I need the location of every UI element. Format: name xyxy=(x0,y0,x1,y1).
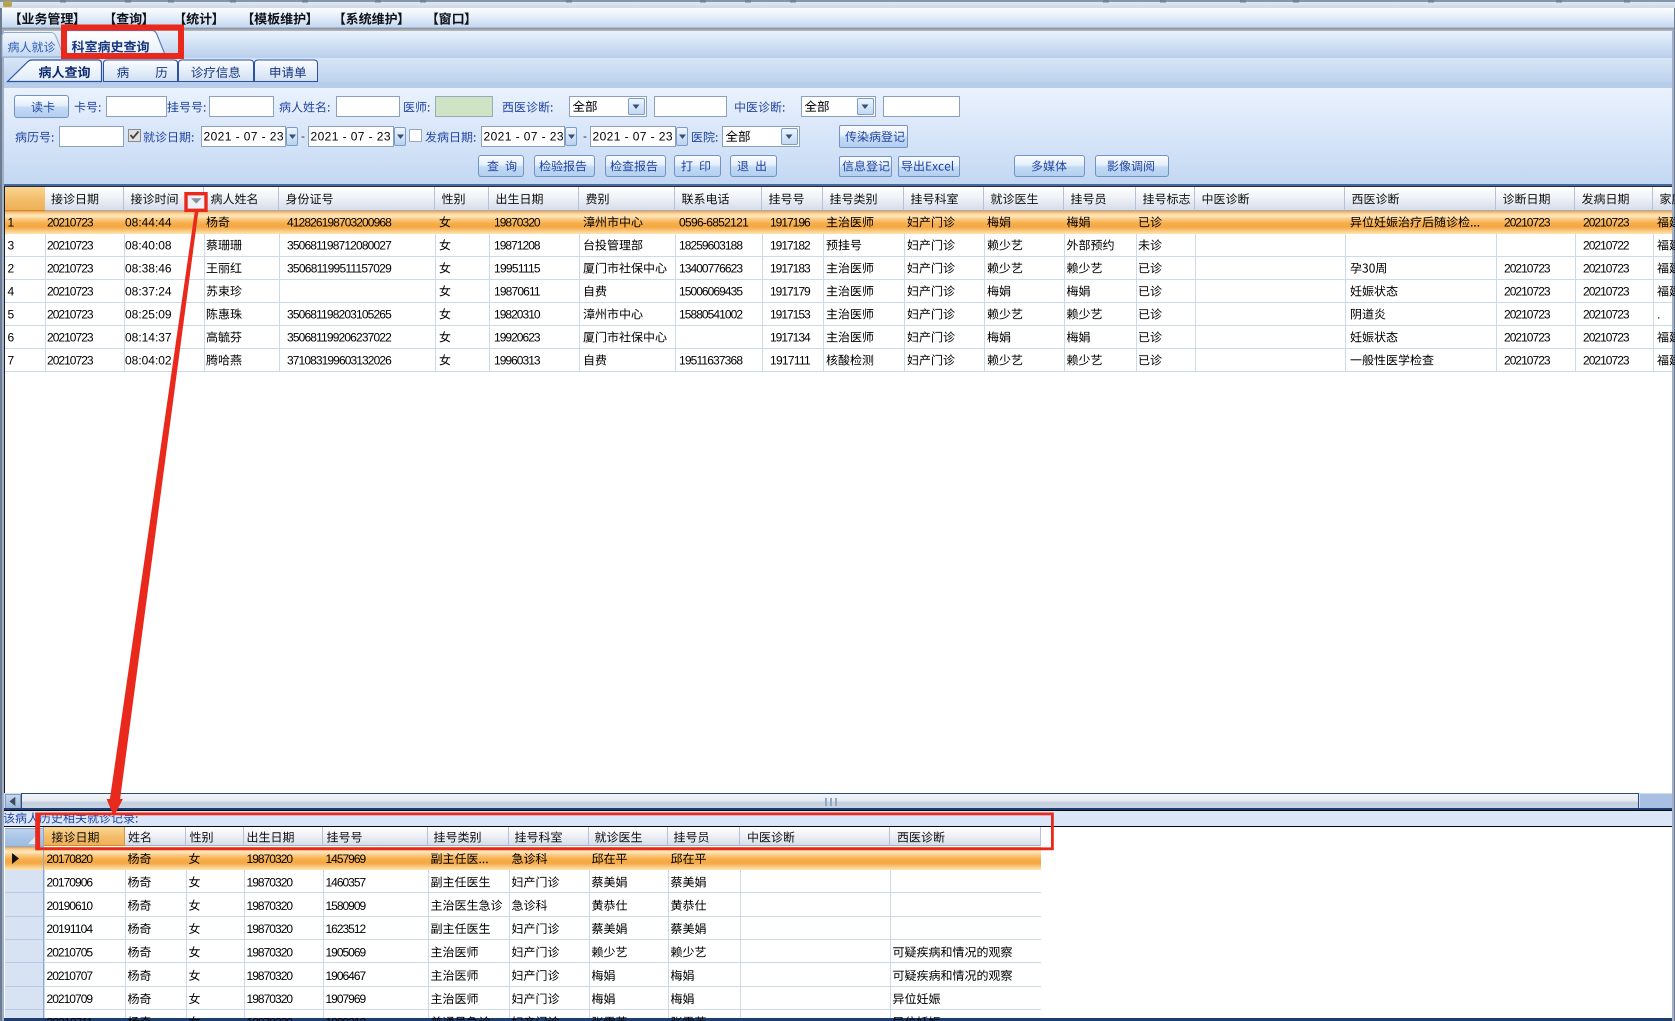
svg-text:.: . xyxy=(1657,308,1660,322)
svg-text:20210723: 20210723 xyxy=(1583,331,1630,345)
svg-text:08:38:46: 08:38:46 xyxy=(125,262,172,276)
svg-text:19870320: 19870320 xyxy=(247,1016,294,1021)
svg-text:19870320: 19870320 xyxy=(247,852,294,866)
svg-text:1907969: 1907969 xyxy=(326,992,367,1006)
svg-text:20210709: 20210709 xyxy=(47,992,94,1006)
svg-text:350681198203105265: 350681198203105265 xyxy=(287,308,392,322)
svg-text:20210723: 20210723 xyxy=(1504,354,1551,368)
svg-text:350681198712080027: 350681198712080027 xyxy=(287,239,392,253)
svg-text:08:25:09: 08:25:09 xyxy=(125,308,172,322)
svg-text:1917134: 1917134 xyxy=(770,331,811,345)
svg-text:1917182: 1917182 xyxy=(770,239,811,253)
svg-text:350681199206237022: 350681199206237022 xyxy=(287,331,392,345)
svg-text:15006069435: 15006069435 xyxy=(679,285,743,299)
svg-text:19870320: 19870320 xyxy=(247,899,294,913)
svg-text:19951115: 19951115 xyxy=(494,262,541,276)
svg-text:20210705: 20210705 xyxy=(47,946,94,960)
svg-text:20210723: 20210723 xyxy=(1504,285,1551,299)
svg-text:1917153: 1917153 xyxy=(770,308,811,322)
svg-text:1460357: 1460357 xyxy=(326,875,367,889)
svg-text:0596-6852121: 0596-6852121 xyxy=(679,216,749,230)
svg-text:1917183: 1917183 xyxy=(770,262,811,276)
svg-text:08:40:08: 08:40:08 xyxy=(125,239,172,253)
svg-text:5: 5 xyxy=(8,308,15,322)
svg-text:1: 1 xyxy=(8,216,15,230)
svg-text:08:44:44: 08:44:44 xyxy=(125,216,172,230)
svg-text:20210723: 20210723 xyxy=(47,308,94,322)
svg-text:18259603188: 18259603188 xyxy=(679,239,743,253)
svg-text:20210723: 20210723 xyxy=(1583,354,1630,368)
svg-text:1909212: 1909212 xyxy=(326,1016,367,1021)
svg-text:1917196: 1917196 xyxy=(770,216,811,230)
svg-text:20210723: 20210723 xyxy=(47,239,94,253)
svg-text:19870320: 19870320 xyxy=(247,922,294,936)
svg-text:4: 4 xyxy=(8,285,15,299)
svg-text:20190610: 20190610 xyxy=(47,899,94,913)
svg-text:1917179: 1917179 xyxy=(770,285,811,299)
svg-text:08:04:02: 08:04:02 xyxy=(125,354,172,368)
svg-text:2021 - 07 - 23: 2021 - 07 - 23 xyxy=(311,130,391,144)
svg-text:19511637368: 19511637368 xyxy=(679,354,743,368)
svg-text:1580909: 1580909 xyxy=(326,899,367,913)
svg-text:371083199603132026: 371083199603132026 xyxy=(287,354,392,368)
svg-text:13400776623: 13400776623 xyxy=(679,262,743,276)
svg-text:20210723: 20210723 xyxy=(1583,285,1630,299)
svg-text:19920623: 19920623 xyxy=(494,331,541,345)
svg-text:1457969: 1457969 xyxy=(326,852,367,866)
svg-text:19871208: 19871208 xyxy=(494,239,541,253)
svg-text:19870320: 19870320 xyxy=(247,946,294,960)
svg-text:15880541002: 15880541002 xyxy=(679,308,743,322)
svg-text:19870320: 19870320 xyxy=(247,992,294,1006)
svg-text:6: 6 xyxy=(8,331,15,345)
svg-text:1906467: 1906467 xyxy=(326,969,367,983)
svg-text:19870320: 19870320 xyxy=(247,969,294,983)
svg-text:20210723: 20210723 xyxy=(47,216,94,230)
svg-text:20210723: 20210723 xyxy=(47,285,94,299)
svg-text:-: - xyxy=(301,129,305,143)
svg-text:7: 7 xyxy=(8,354,15,368)
svg-text:412826198703200968: 412826198703200968 xyxy=(287,216,392,230)
svg-text:20170906: 20170906 xyxy=(47,875,94,889)
svg-text:20210723: 20210723 xyxy=(47,262,94,276)
svg-text:20210722: 20210722 xyxy=(1583,239,1630,253)
svg-text:20210723: 20210723 xyxy=(47,354,94,368)
svg-text:20210723: 20210723 xyxy=(1583,262,1630,276)
svg-text:2021 - 07 - 23: 2021 - 07 - 23 xyxy=(484,130,564,144)
svg-text:-: - xyxy=(583,129,587,143)
svg-text:08:37:24: 08:37:24 xyxy=(125,285,172,299)
svg-text:20210707: 20210707 xyxy=(47,969,94,983)
svg-text:20191104: 20191104 xyxy=(47,922,94,936)
svg-text:1917111: 1917111 xyxy=(770,354,811,368)
svg-text:20210723: 20210723 xyxy=(1583,308,1630,322)
svg-text:20210723: 20210723 xyxy=(1504,262,1551,276)
svg-text:19870320: 19870320 xyxy=(247,875,294,889)
svg-text:20210711: 20210711 xyxy=(47,1016,94,1021)
svg-text:20210723: 20210723 xyxy=(1583,216,1630,230)
svg-text:20210723: 20210723 xyxy=(1504,308,1551,322)
svg-text:19820310: 19820310 xyxy=(494,308,541,322)
svg-text:2021 - 07 - 23: 2021 - 07 - 23 xyxy=(204,130,284,144)
svg-text:20210723: 20210723 xyxy=(1504,331,1551,345)
svg-text:2021 - 07 - 23: 2021 - 07 - 23 xyxy=(593,130,673,144)
svg-text:19960313: 19960313 xyxy=(494,354,541,368)
svg-text:2: 2 xyxy=(8,262,15,276)
svg-text:350681199511157029: 350681199511157029 xyxy=(287,262,392,276)
svg-text:1905069: 1905069 xyxy=(326,946,367,960)
svg-text:20210723: 20210723 xyxy=(1504,216,1551,230)
svg-text:08:14:37: 08:14:37 xyxy=(125,331,172,345)
svg-text:19870320: 19870320 xyxy=(494,216,541,230)
svg-text:19870611: 19870611 xyxy=(494,285,541,299)
svg-text:3: 3 xyxy=(8,239,15,253)
svg-text:20210723: 20210723 xyxy=(47,331,94,345)
svg-text:20170820: 20170820 xyxy=(47,852,94,866)
svg-text:1623512: 1623512 xyxy=(326,922,367,936)
